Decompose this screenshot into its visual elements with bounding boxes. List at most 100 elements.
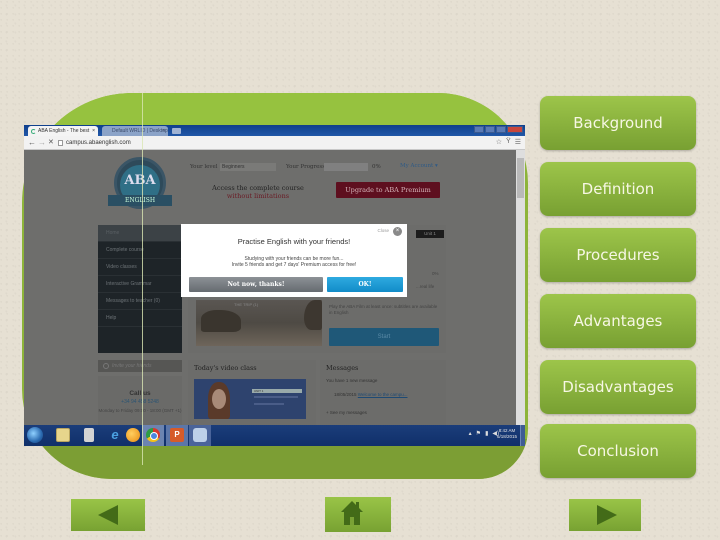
firefox-icon[interactable] [126,428,140,442]
windows-start-icon[interactable] [27,427,43,443]
nav-disadvantages-button[interactable]: Disadvantages [540,360,696,414]
next-slide-button[interactable] [569,499,641,531]
extension-icon[interactable]: Ÿ [506,138,511,146]
messages-panel: Messages You have 1 new message 18/05/20… [320,360,446,432]
progress-label: Your Progress [286,164,326,170]
home-slide-button[interactable] [325,497,391,532]
url-text: campus.abaenglish.com [66,140,131,146]
course-progress: 0% [432,271,439,276]
rocks-shape [304,300,322,330]
video-thumbnail[interactable]: UNIT 1 [194,379,306,419]
taskbar-clock[interactable]: 8:42 AM 5/18/2015 [497,428,517,440]
sidebar-item-messages[interactable]: Messages to teacher (0) [98,293,182,310]
page-scrollbar[interactable] [516,150,525,432]
address-bar-row: ← → ✕ campus.abaenglish.com ☆ Ÿ ☰ [24,136,525,150]
home-icon [341,501,363,512]
new-tab-button[interactable] [172,128,181,134]
sidebar-item-video-classes[interactable]: Video classes [98,259,182,276]
scrollbar-thumb[interactable] [517,158,524,198]
browser-tab-inactive[interactable]: Default WRLID | Desktop × [102,126,168,136]
web-page: ABA ENGLISH Your level Beginners Your Pr… [24,150,516,432]
upgrade-premium-button[interactable]: Upgrade to ABA Premium [336,182,440,198]
left-arrow-icon [98,505,118,525]
bookmark-star-icon[interactable]: ☆ [496,138,502,146]
page-icon [58,140,63,146]
contact-box: Call us +34 94 458 5248 Monday to Friday… [98,376,182,432]
close-icon[interactable]: × [393,227,402,236]
loading-icon [31,129,36,134]
logo-ribbon: ENGLISH [108,195,172,206]
call-us-title: Call us [129,390,151,397]
progress-percent: 0% [372,164,381,170]
invite-friends-modal: Close × Practise English with your frien… [181,224,407,297]
media-player-icon[interactable] [84,428,94,442]
ok-button[interactable]: OK! [327,277,403,292]
not-now-button[interactable]: Not now, thanks! [189,277,323,292]
nav-background-button[interactable]: Background [540,96,696,150]
office-hours: Monday to Friday 09:00 - 18:00 (GMT +1) [98,408,182,413]
file-explorer-icon[interactable] [56,428,70,442]
browser-tab-active[interactable]: ABA English - The best w... × [28,126,98,144]
level-select[interactable]: Beginners [220,163,276,171]
maximize-button[interactable] [496,126,506,133]
url-input[interactable]: campus.abaenglish.com [58,138,478,148]
window-close-button[interactable] [507,126,523,133]
video-unit-label: UNIT 1 [252,389,302,393]
toolbar-icons: ☆ Ÿ ☰ [496,138,521,146]
battery-icon[interactable]: ▮ [485,430,488,437]
message-date: 18/05/2015 [334,392,357,397]
clock-date: 5/18/2015 [496,434,517,439]
see-messages-link[interactable]: + See my messages [326,410,367,415]
back-arrow-icon[interactable]: ← [28,138,36,147]
sidebar-item-interactive-grammar[interactable]: Interactive Grammar [98,276,182,293]
video-class-title: Today's video class [194,364,257,372]
user-button[interactable] [474,126,484,133]
stop-icon[interactable]: ✕ [48,138,54,146]
modal-message: Studying with your friends can be more f… [181,256,407,268]
promo-text: Access the complete course without limit… [202,184,314,200]
browser-tab-bar: ABA English - The best w... × Default WR… [24,125,525,144]
app-icon[interactable] [193,428,207,442]
rocks-shape [201,310,241,332]
phone-number[interactable]: +34 94 458 5248 [98,399,182,405]
powerpoint-icon[interactable]: P [170,428,184,442]
message-link[interactable]: Welcome to the campu... [358,392,408,397]
invite-friends-button[interactable]: Invite your friends [98,360,182,372]
nav-definition-button[interactable]: Definition [540,162,696,216]
tab-close-icon[interactable]: × [162,126,165,136]
start-button[interactable]: Start [329,328,439,346]
forward-arrow-icon[interactable]: → [38,138,46,147]
window-controls [474,126,523,133]
system-tray: ▴ ⚑ ▮ ◀) [469,430,499,437]
tray-arrow-icon[interactable]: ▴ [469,430,472,437]
show-desktop-button[interactable] [520,425,525,446]
teacher-face [212,389,226,409]
chrome-icon[interactable] [146,428,160,442]
tab-close-icon[interactable]: × [92,126,95,136]
site-sidebar: Home Complete course Video classes Inter… [98,225,182,353]
previous-slide-button[interactable] [71,499,145,531]
right-arrow-icon [597,505,617,525]
aba-english-logo[interactable]: ABA ENGLISH [108,157,172,219]
home-icon-door [350,517,354,525]
nav-procedures-button[interactable]: Procedures [540,228,696,282]
sidebar-item-complete-course[interactable]: Complete course [98,242,182,259]
plus-circle-icon [103,363,109,369]
nav-advantages-button[interactable]: Advantages [540,294,696,348]
menu-icon[interactable]: ☰ [515,138,521,146]
action-center-flag-icon[interactable]: ⚑ [476,430,481,437]
invite-label: Invite your friends [112,363,152,369]
internet-explorer-icon[interactable]: e [108,428,122,442]
my-account-menu[interactable]: My Account ▾ [400,163,438,169]
promo-line-2: without limitations [226,192,290,200]
sidebar-item-help[interactable]: Help [98,310,182,327]
minimize-button[interactable] [485,126,495,133]
level-label: Your level [190,164,218,170]
frame-divider-line [142,93,143,465]
close-label[interactable]: Close [377,228,389,233]
sidebar-item-home[interactable]: Home [98,225,182,242]
course-image[interactable]: THE TRIP (1) [196,300,322,346]
nav-conclusion-button[interactable]: Conclusion [540,424,696,478]
screenshot-window: ABA English - The best w... × Default WR… [24,125,525,446]
course-side-text: ...real life [416,284,435,289]
